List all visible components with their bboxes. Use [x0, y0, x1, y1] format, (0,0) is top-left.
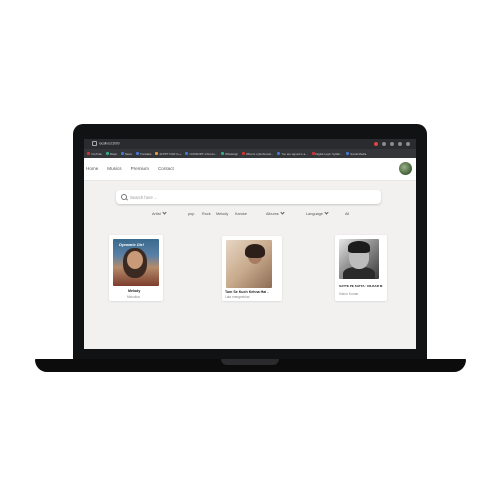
song-title: SATTE PE SATTA : DILBAR M	[339, 284, 383, 288]
filter-bar: Artist pop Rock Melody Karoke Albums Lan…	[84, 210, 416, 220]
bookmark-icon	[311, 152, 315, 155]
consort-icon	[185, 152, 189, 155]
genre-melody[interactable]: Melody	[216, 212, 228, 216]
bookmark-ppt[interactable]: 46 PPT FOR C++	[155, 152, 181, 156]
url-field[interactable]: localhost:3000	[92, 141, 120, 146]
bookmark-icon	[277, 152, 281, 155]
puzzle-icon[interactable]	[398, 142, 402, 146]
album-art-title: Dynamic Girl	[119, 242, 144, 247]
bookmark-digital-logic[interactable]: Digital Logic: Syllab...	[311, 152, 342, 156]
laptop-notch	[221, 359, 279, 365]
search-bar	[116, 190, 381, 204]
search-icon	[121, 193, 127, 200]
nav-musics[interactable]: Musics	[107, 166, 121, 171]
bookmark-maps[interactable]: Maps	[106, 152, 117, 156]
lock-icon	[92, 141, 97, 146]
language-dropdown[interactable]: Language	[306, 210, 329, 216]
whatsapp-icon	[221, 152, 225, 155]
song-card[interactable]: SATTE PE SATTA : DILBAR M Kishor Kumar	[335, 235, 387, 301]
song-title: Tum Se Kuch Kehna Hai -	[225, 290, 269, 294]
extension-icon[interactable]	[382, 142, 386, 146]
site-navbar: Home Musics Premium Contact	[84, 158, 416, 181]
song-card[interactable]: Tum Se Kuch Kehna Hai - Lata mangeshkar	[222, 236, 282, 301]
bookmark-youtube[interactable]: YouTube	[87, 152, 102, 156]
extension-icons	[374, 142, 410, 146]
url-text: localhost:3000	[99, 141, 120, 146]
album-art	[226, 240, 272, 288]
genre-karoke[interactable]: Karoke	[235, 212, 247, 216]
laptop-screen: localhost:3000 YouTube Maps News Transla…	[84, 139, 416, 349]
bookmark-signed-in[interactable]: You are signed in a...	[277, 152, 308, 156]
bookmark-icon	[241, 152, 245, 155]
filter-all[interactable]: All	[345, 212, 349, 216]
nav-links: Home Musics Premium Contact	[86, 166, 174, 171]
bookmark-whatsapp[interactable]: WhatsApp	[221, 152, 238, 156]
genre-pop[interactable]: pop	[188, 212, 194, 216]
chevron-down-icon	[324, 210, 329, 215]
youtube-icon	[87, 152, 90, 155]
browser-address-bar: localhost:3000	[84, 139, 416, 149]
song-title: Melody	[128, 289, 141, 293]
albums-dropdown[interactable]: Albums	[266, 210, 285, 216]
maps-icon	[106, 152, 109, 155]
bookmark-cyberbrowsing[interactable]: What is cyberbrowsi...	[241, 152, 273, 156]
song-artist: Kishor Kumar	[339, 292, 359, 296]
bookmarks-bar: YouTube Maps News Translate 46 PPT FOR C…	[84, 149, 416, 158]
album-art	[339, 239, 379, 279]
news-icon	[120, 152, 124, 155]
bookmark-social-media[interactable]: Social Media	[346, 152, 366, 156]
song-artist: Lata mangeshkar	[225, 295, 250, 299]
extension-icon[interactable]	[374, 142, 378, 146]
chevron-down-icon	[280, 210, 285, 215]
ppt-icon	[155, 152, 159, 155]
nav-home[interactable]: Home	[86, 166, 98, 171]
bookmark-consort[interactable]: CONSORT: Informin...	[185, 152, 217, 156]
search-input[interactable]	[130, 190, 370, 204]
album-art: Dynamic Girl	[113, 239, 159, 286]
artist-dropdown[interactable]: Artist	[152, 210, 167, 216]
extension-icon[interactable]	[390, 142, 394, 146]
menu-icon[interactable]	[406, 142, 410, 146]
translate-icon	[135, 152, 139, 155]
nav-contact[interactable]: Contact	[158, 166, 174, 171]
bookmark-icon	[346, 152, 350, 155]
genre-rock[interactable]: Rock	[202, 212, 211, 216]
song-card[interactable]: Dynamic Girl Melody Melodica	[109, 235, 163, 301]
bookmark-translate[interactable]: Translate	[135, 152, 151, 156]
avatar[interactable]	[399, 162, 412, 175]
chevron-down-icon	[162, 210, 167, 215]
song-artist: Melodica	[127, 295, 140, 299]
nav-premium[interactable]: Premium	[131, 166, 149, 171]
bookmark-news[interactable]: News	[120, 152, 132, 156]
